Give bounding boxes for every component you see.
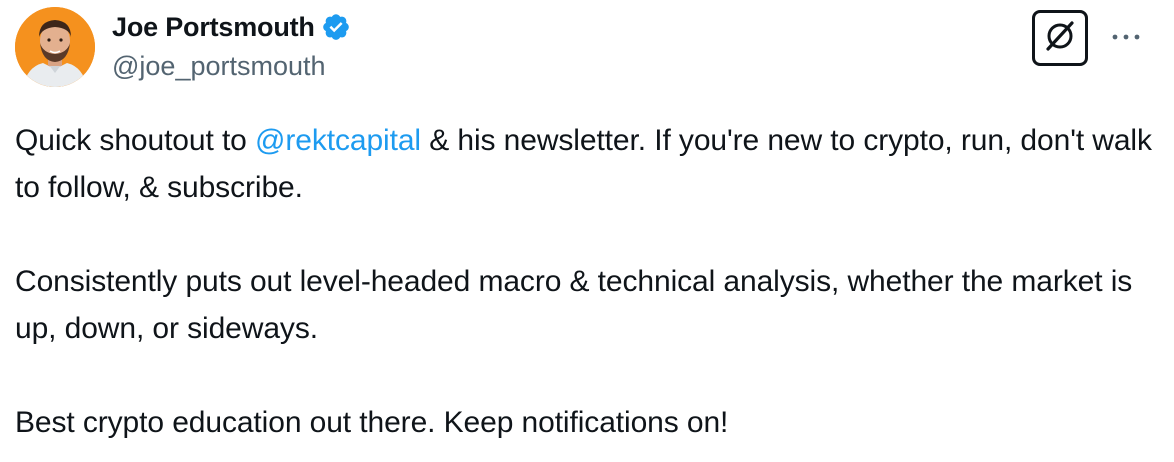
more-options-icon — [1111, 29, 1141, 47]
avatar[interactable] — [15, 7, 95, 87]
more-options-button[interactable] — [1108, 20, 1144, 56]
name-row: Joe Portsmouth — [112, 10, 351, 44]
paragraph-1-lead: Quick shoutout to — [15, 124, 256, 157]
user-info: Joe Portsmouth @joe_portsmouth — [112, 10, 351, 82]
tweet-paragraph-3: Best crypto education out there. Keep no… — [15, 406, 729, 439]
grok-icon — [1043, 19, 1077, 58]
mention-link[interactable]: @rektcapital — [255, 124, 421, 157]
tweet-paragraph-2: Consistently puts out level-headed macro… — [15, 265, 1133, 345]
avatar-photo — [15, 7, 95, 87]
tweet-card: Joe Portsmouth @joe_portsmouth Quick sho… — [0, 0, 1174, 462]
tweet-paragraph-1: Quick shoutout to @rektcapital & his new… — [15, 117, 1160, 211]
verified-badge-icon — [321, 12, 351, 42]
tweet-text: Quick shoutout to @rektcapital & his new… — [15, 117, 1160, 446]
display-name[interactable]: Joe Portsmouth — [112, 12, 315, 43]
user-handle[interactable]: @joe_portsmouth — [112, 51, 351, 82]
grok-button[interactable] — [1032, 10, 1088, 66]
